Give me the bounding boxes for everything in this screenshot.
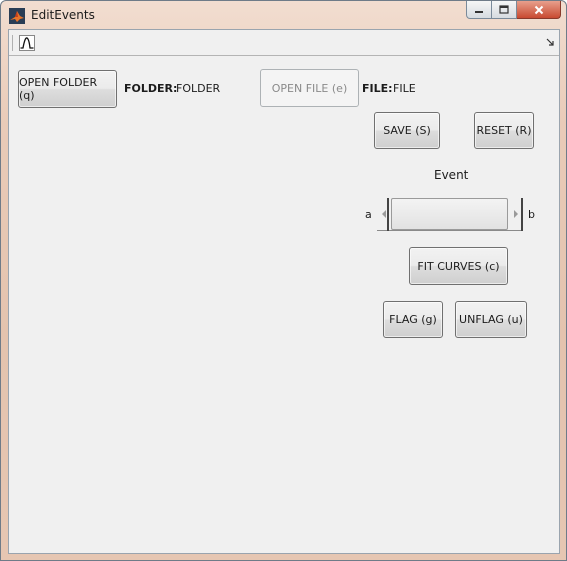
slider-min-label: a — [365, 208, 372, 221]
maximize-icon — [499, 5, 509, 14]
open-file-button[interactable]: OPEN FILE (e) — [260, 69, 359, 107]
file-value: FILE — [393, 82, 416, 95]
curve-plot-icon[interactable] — [19, 35, 35, 51]
slider-left-arrow-icon[interactable] — [381, 210, 387, 218]
caption-buttons — [466, 1, 561, 20]
close-button[interactable] — [517, 1, 561, 19]
title-bar[interactable]: EditEvents — [1, 1, 566, 29]
event-label: Event — [434, 168, 469, 182]
window-title: EditEvents — [31, 8, 95, 22]
unflag-button[interactable]: UNFLAG (u) — [455, 301, 527, 338]
slider-left-edge — [387, 198, 389, 231]
reset-button[interactable]: RESET (R) — [474, 112, 534, 149]
open-folder-button[interactable]: OPEN FOLDER (q) — [18, 70, 117, 108]
matlab-icon — [9, 8, 25, 24]
figure-client-area: OPEN FOLDER (q) FOLDER: FOLDER OPEN FILE… — [8, 29, 560, 554]
folder-value: FOLDER — [176, 82, 221, 95]
slider-thumb[interactable] — [391, 198, 508, 230]
slider-max-label: b — [528, 208, 535, 221]
toolbar-grip — [12, 35, 13, 51]
maximize-button[interactable] — [492, 1, 517, 19]
close-icon — [534, 5, 543, 14]
event-slider[interactable] — [377, 198, 523, 231]
fit-curves-button[interactable]: FIT CURVES (c) — [409, 247, 508, 285]
app-window: EditEvents OPEN FOLDER (q) FOLDER: FOLDE… — [0, 0, 567, 561]
figure-toolbar — [9, 30, 559, 56]
folder-label: FOLDER: — [124, 82, 178, 95]
file-label: FILE: — [362, 82, 393, 95]
slider-right-edge — [521, 198, 523, 231]
minimize-button[interactable] — [466, 1, 492, 19]
save-button[interactable]: SAVE (S) — [374, 112, 440, 149]
minimize-icon — [475, 10, 483, 13]
toolbar-expand-icon[interactable] — [546, 38, 555, 47]
slider-right-arrow-icon[interactable] — [513, 210, 519, 218]
flag-button[interactable]: FLAG (g) — [383, 301, 443, 338]
